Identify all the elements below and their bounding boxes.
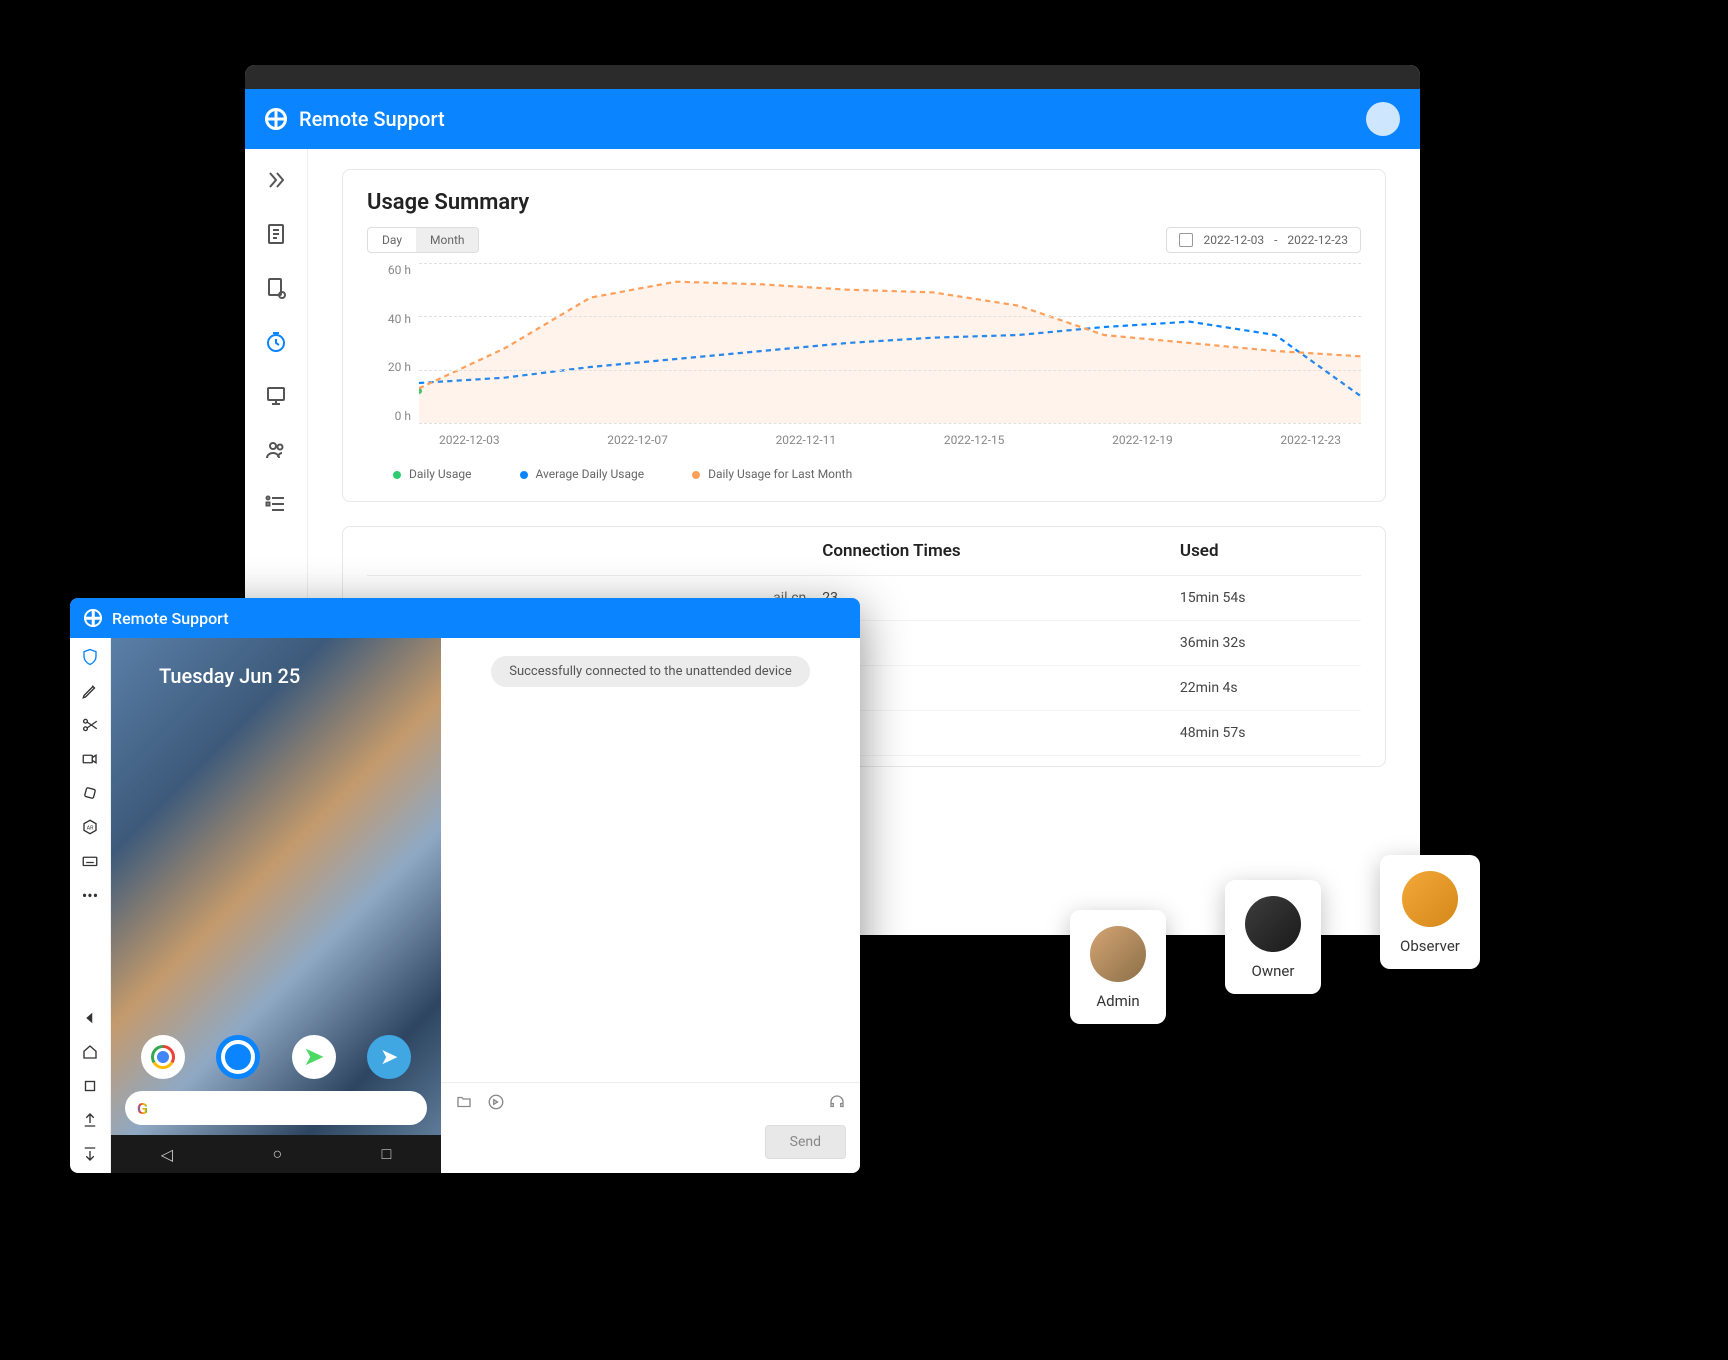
google-logo-icon: G bbox=[137, 1099, 148, 1118]
document-icon[interactable] bbox=[263, 221, 289, 247]
home-icon[interactable] bbox=[79, 1041, 101, 1063]
clock-icon[interactable] bbox=[263, 329, 289, 355]
chart-legend: Daily Usage Average Daily Usage Daily Us… bbox=[367, 467, 1361, 481]
role-label: Owner bbox=[1252, 962, 1295, 980]
range-segmented-control: Day Month bbox=[367, 227, 479, 253]
remote-viewer-window: Remote Support AR ••• Tuesday Jun 2 bbox=[70, 598, 860, 1173]
col-connection-times: Connection Times bbox=[814, 527, 1172, 576]
avatar bbox=[1402, 871, 1458, 927]
date-range-picker[interactable]: 2022-12-03 - 2022-12-23 bbox=[1166, 227, 1361, 253]
upload-icon[interactable] bbox=[79, 1109, 101, 1131]
nav-home-icon[interactable]: ○ bbox=[272, 1144, 282, 1164]
legend-daily-usage: Daily Usage bbox=[393, 467, 472, 481]
role-label: Observer bbox=[1400, 937, 1460, 955]
square-icon[interactable] bbox=[79, 1075, 101, 1097]
date-from: 2022-12-03 bbox=[1203, 233, 1264, 247]
col-used: Used bbox=[1172, 527, 1361, 576]
viewer-toolbar: AR ••• bbox=[70, 638, 111, 1173]
more-icon[interactable]: ••• bbox=[79, 884, 101, 906]
role-card-owner[interactable]: Owner bbox=[1225, 880, 1321, 994]
device-dock: ➤ ➤ bbox=[111, 1035, 441, 1091]
chat-input-bar bbox=[441, 1082, 860, 1125]
audio-icon[interactable] bbox=[487, 1093, 505, 1115]
download-icon[interactable] bbox=[79, 1143, 101, 1165]
viewer-title: Remote Support bbox=[112, 609, 229, 628]
google-search-bar[interactable]: G bbox=[125, 1091, 427, 1125]
date-to: 2022-12-23 bbox=[1287, 233, 1348, 247]
send-button[interactable]: Send bbox=[765, 1125, 846, 1159]
device-navbar: ◁ ○ □ bbox=[111, 1135, 441, 1173]
telegram-app-icon[interactable]: ➤ bbox=[367, 1035, 411, 1079]
usage-chart: 60 h40 h20 h0 h 2022-12-032022-12-072022… bbox=[367, 263, 1361, 463]
chrome-app-icon[interactable] bbox=[141, 1035, 185, 1079]
legend-avg-daily-usage: Average Daily Usage bbox=[520, 467, 645, 481]
folder-icon[interactable] bbox=[455, 1093, 473, 1115]
keyboard-icon[interactable] bbox=[79, 850, 101, 872]
date-sep: - bbox=[1274, 233, 1277, 247]
device-date: Tuesday Jun 25 bbox=[111, 638, 441, 688]
user-avatar[interactable] bbox=[1366, 102, 1400, 136]
users-icon[interactable] bbox=[263, 437, 289, 463]
headset-icon[interactable] bbox=[828, 1093, 846, 1115]
shield-icon[interactable] bbox=[79, 646, 101, 668]
legend-last-month: Daily Usage for Last Month bbox=[692, 467, 852, 481]
list-icon[interactable] bbox=[263, 491, 289, 517]
video-icon[interactable] bbox=[79, 748, 101, 770]
back-icon[interactable] bbox=[79, 1007, 101, 1029]
pen-icon[interactable] bbox=[79, 680, 101, 702]
role-label: Admin bbox=[1096, 992, 1139, 1010]
avatar bbox=[1245, 896, 1301, 952]
send-app-icon[interactable]: ➤ bbox=[292, 1035, 336, 1079]
connection-toast: Successfully connected to the unattended… bbox=[491, 656, 810, 687]
expand-icon[interactable] bbox=[263, 167, 289, 193]
avatar bbox=[1090, 926, 1146, 982]
scissors-icon[interactable] bbox=[79, 714, 101, 736]
viewer-header: Remote Support bbox=[70, 598, 860, 638]
nav-back-icon[interactable]: ◁ bbox=[161, 1145, 173, 1164]
usage-summary-card: Usage Summary Day Month 2022-12-03 - 202… bbox=[342, 169, 1386, 502]
support-logo-icon bbox=[84, 609, 102, 627]
dashboard-header: Remote Support bbox=[245, 89, 1420, 149]
device-screen[interactable]: Tuesday Jun 25 ➤ ➤ G ◁ ○ □ bbox=[111, 638, 441, 1173]
role-card-observer[interactable]: Observer bbox=[1380, 855, 1480, 969]
support-logo-icon bbox=[265, 108, 287, 130]
rotate-icon[interactable] bbox=[79, 782, 101, 804]
role-card-admin[interactable]: Admin bbox=[1070, 910, 1166, 1024]
support-app-icon[interactable] bbox=[216, 1035, 260, 1079]
chat-panel: Successfully connected to the unattended… bbox=[441, 638, 860, 1173]
seg-day[interactable]: Day bbox=[368, 228, 416, 252]
svg-text:AR: AR bbox=[87, 825, 94, 831]
ar-icon[interactable]: AR bbox=[79, 816, 101, 838]
dashboard-title: Remote Support bbox=[299, 107, 445, 131]
report-icon[interactable] bbox=[263, 275, 289, 301]
presentation-icon[interactable] bbox=[263, 383, 289, 409]
calendar-icon bbox=[1179, 233, 1193, 247]
usage-summary-title: Usage Summary bbox=[367, 190, 1361, 215]
nav-recents-icon[interactable]: □ bbox=[382, 1144, 392, 1164]
window-titlebar bbox=[245, 65, 1420, 89]
seg-month[interactable]: Month bbox=[416, 228, 478, 252]
